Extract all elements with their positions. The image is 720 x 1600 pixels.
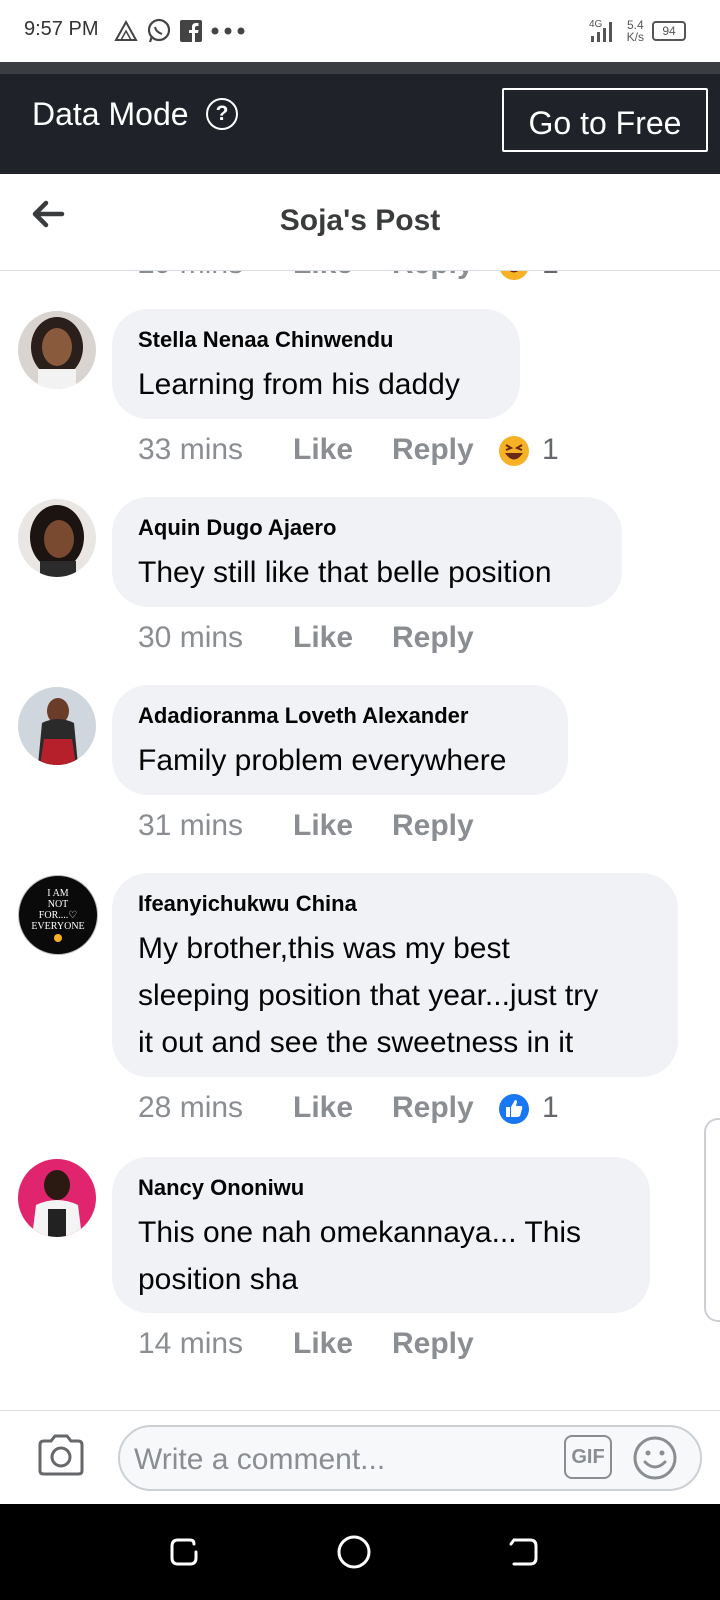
whatsapp-icon [147, 18, 171, 43]
avatar[interactable] [18, 1159, 96, 1237]
comment-bubble[interactable]: Nancy Ononiwu This one nah omekannaya...… [112, 1157, 650, 1313]
reply-link[interactable]: Reply [392, 433, 474, 467]
comment-input[interactable]: Write a comment... GIF [118, 1425, 702, 1491]
comment-time: 14 mins [138, 1327, 244, 1360]
go-to-free-button[interactable]: Go to Free [502, 88, 708, 152]
comment-time: 31 mins [138, 809, 244, 842]
comment-bubble[interactable]: Adadioranma Loveth Alexander Family prob… [112, 685, 568, 795]
reaction-count: 1 [542, 433, 559, 466]
post-header: Soja's Post [0, 174, 720, 271]
comment-text: Family problem everywhere [138, 744, 507, 777]
reply-link[interactable]: Reply [392, 621, 474, 655]
comment-time: 33 mins [138, 433, 244, 466]
page-title: Soja's Post [279, 204, 441, 237]
like-icon [499, 1094, 529, 1124]
like-link[interactable]: Like [293, 271, 353, 281]
haha-icon [499, 436, 529, 466]
camera-icon[interactable] [36, 1433, 86, 1477]
comment-author[interactable]: Adadioranma Loveth Alexander [138, 703, 542, 729]
data-mode-label: Data Mode [32, 96, 189, 132]
signal-icon: 4G [589, 19, 612, 42]
system-nav-bar [0, 1504, 720, 1600]
haha-icon [500, 271, 528, 280]
comment-text: Learning from his daddy [138, 368, 460, 401]
notification-icons [114, 14, 246, 48]
like-link[interactable]: Like [293, 809, 353, 843]
battery-indicator: 94 [652, 21, 686, 41]
like-link[interactable]: Like [293, 433, 353, 467]
reaction-count: 1 [542, 271, 559, 281]
comment-bubble[interactable]: Stella Nenaa Chinwendu Learning from his… [112, 309, 520, 419]
reply-link[interactable]: Reply [392, 1327, 474, 1361]
avatar-text: FOR....♡ [38, 910, 78, 921]
comment-bubble[interactable]: Ifeanyichukwu China My brother,this was … [112, 873, 678, 1077]
recent-apps-icon[interactable] [166, 1534, 202, 1570]
comment-text-line: sleeping position that year...just try [138, 979, 599, 1012]
reply-link[interactable]: Reply [392, 809, 474, 843]
avatar[interactable] [18, 687, 96, 765]
comments-list[interactable]: 29 mins Like Reply 1 Stella Nenaa Chinwe… [0, 271, 720, 1411]
drive-icon [114, 20, 138, 41]
comment-time: 29 mins [138, 271, 243, 281]
data-mode-bar: Data Mode ? Go to Free [0, 74, 720, 174]
like-link[interactable]: Like [293, 1091, 353, 1125]
comment-author[interactable]: Aquin Dugo Ajaero [138, 515, 596, 541]
comment-author[interactable]: Stella Nenaa Chinwendu [138, 327, 494, 353]
avatar-text: NOT [47, 899, 69, 910]
comment-bubble[interactable]: Aquin Dugo Ajaero They still like that b… [112, 497, 622, 607]
status-time: 9:57 PM [24, 18, 99, 40]
facebook-icon [180, 20, 202, 42]
like-link[interactable]: Like [293, 621, 353, 655]
comment-text: They still like that belle position [138, 556, 552, 589]
reaction-count: 1 [542, 1091, 559, 1124]
reply-link[interactable]: Reply [392, 1091, 474, 1125]
comment-text-line: position sha [138, 1263, 299, 1296]
speed-unit: K/s [626, 30, 644, 44]
svg-text:4G: 4G [589, 19, 603, 30]
comment-placeholder: Write a comment... [134, 1443, 386, 1476]
avatar-text: I AM [47, 888, 69, 899]
emoji-icon[interactable] [632, 1435, 678, 1481]
reply-link[interactable]: Reply [392, 271, 474, 281]
comment-text-line: My brother,this was my best [138, 932, 510, 965]
partial-comment-meta: 29 mins Like Reply 1 [138, 271, 638, 283]
side-drawer-handle[interactable] [704, 1118, 720, 1322]
progress-strip [0, 62, 720, 74]
comment-author[interactable]: Ifeanyichukwu China [138, 891, 652, 917]
like-link[interactable]: Like [293, 1327, 353, 1361]
avatar-text: EVERYONE [31, 921, 85, 932]
comment-author[interactable]: Nancy Ononiwu [138, 1175, 624, 1201]
avatar[interactable] [18, 311, 96, 389]
gif-button[interactable]: GIF [564, 1435, 612, 1479]
avatar[interactable] [18, 499, 96, 577]
help-icon[interactable]: ? [206, 98, 238, 130]
home-icon[interactable] [336, 1534, 372, 1570]
comment-time: 28 mins [138, 1091, 244, 1124]
more-dots-icon [211, 27, 245, 35]
avatar[interactable]: I AM NOT FOR....♡ EVERYONE [18, 875, 98, 955]
status-bar: 9:57 PM 4G 5.4 K/s 94 [0, 0, 720, 62]
system-indicators: 4G 5.4 K/s 94 [589, 16, 686, 46]
back-icon[interactable] [506, 1534, 542, 1570]
comment-composer: Write a comment... GIF [0, 1410, 720, 1505]
smiley-icon [54, 934, 62, 942]
comment-time: 30 mins [138, 621, 244, 654]
comment-text-line: This one nah omekannaya... This [138, 1216, 582, 1249]
comment-text-line: it out and see the sweetness in it [138, 1026, 574, 1059]
network-speed: 5.4 K/s [627, 19, 644, 43]
